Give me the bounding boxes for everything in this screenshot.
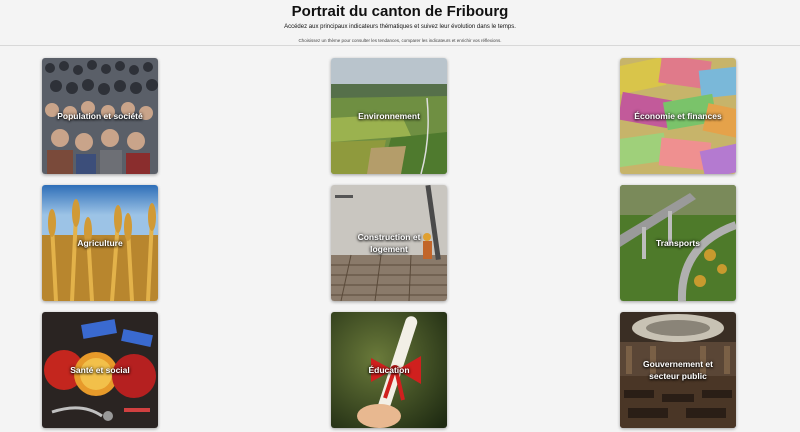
theme-label: Éducation (368, 365, 410, 375)
theme-tile-population[interactable]: Population et société (42, 58, 158, 174)
theme-tile-construction[interactable]: Construction et logement (331, 185, 447, 301)
page-title: Portrait du canton de Fribourg (291, 3, 509, 20)
theme-label: Gouvernement et secteur public (643, 359, 713, 381)
theme-tile-agriculture[interactable]: Agriculture (42, 185, 158, 301)
theme-label: Environnement (358, 111, 420, 121)
theme-tile-sante[interactable]: Santé et social (42, 312, 158, 428)
theme-label: Transports (656, 238, 700, 248)
page-subtitle: Accédez aux principaux indicateurs théma… (284, 24, 516, 30)
theme-tile-environnement[interactable]: Environnement (331, 58, 447, 174)
theme-label: Construction et logement (357, 232, 421, 254)
theme-label: Agriculture (77, 238, 123, 248)
theme-label: Santé et social (70, 365, 130, 375)
theme-label: Population et société (57, 111, 143, 121)
page-header: Portrait du canton de Fribourg Accédez a… (0, 0, 800, 46)
theme-tile-gouvernement[interactable]: Gouvernement et secteur public (620, 312, 736, 428)
theme-tile-transports[interactable]: Transports (620, 185, 736, 301)
theme-label: Économie et finances (634, 111, 722, 121)
theme-tile-education[interactable]: Éducation (331, 312, 447, 428)
page-hint: Choisissez un thème pour consulter les t… (298, 38, 502, 43)
theme-tile-economie[interactable]: Économie et finances (620, 58, 736, 174)
